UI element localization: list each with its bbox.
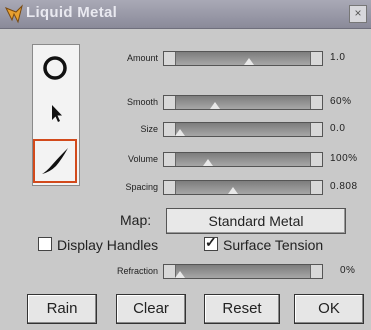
rain-button[interactable]: Rain	[27, 294, 97, 324]
ok-button[interactable]: OK	[294, 294, 364, 324]
amount-increment[interactable]	[310, 52, 322, 65]
close-button[interactable]: ×	[349, 5, 367, 23]
spacing-thumb[interactable]	[227, 187, 238, 194]
brush-stroke-icon	[42, 148, 68, 174]
refraction-increment[interactable]	[310, 265, 322, 278]
map-label: Map:	[120, 212, 152, 228]
clear-button[interactable]: Clear	[116, 294, 186, 324]
amount-decrement[interactable]	[164, 52, 176, 65]
surface-tension-option[interactable]: ✓ Surface Tension	[204, 234, 324, 253]
volume-value: 100%	[330, 153, 358, 164]
amount-slider[interactable]	[163, 51, 323, 66]
smooth-thumb[interactable]	[210, 102, 221, 109]
amount-value: 1.0	[330, 52, 346, 63]
size-thumb[interactable]	[175, 129, 185, 136]
refraction-slider[interactable]	[163, 264, 323, 279]
volume-increment[interactable]	[310, 153, 322, 166]
circle-icon	[43, 56, 67, 80]
arrow-pointer-icon	[52, 105, 62, 122]
refraction-thumb[interactable]	[175, 271, 185, 278]
spacing-label: Spacing	[125, 182, 158, 192]
checkmark-icon: ✓	[205, 234, 217, 250]
smooth-increment[interactable]	[310, 96, 322, 109]
window-title: Liquid Metal	[26, 4, 118, 21]
title-bar: Liquid Metal ×	[0, 0, 371, 29]
reset-button[interactable]: Reset	[204, 294, 280, 324]
amount-thumb[interactable]	[244, 58, 255, 65]
volume-decrement[interactable]	[164, 153, 176, 166]
spacing-decrement[interactable]	[164, 181, 176, 194]
size-slider[interactable]	[163, 122, 323, 137]
size-increment[interactable]	[310, 123, 322, 136]
brush-tool[interactable]	[33, 139, 77, 183]
arrow-tool[interactable]	[35, 93, 75, 133]
volume-label: Volume	[127, 154, 158, 164]
smooth-slider[interactable]	[163, 95, 323, 110]
volume-slider[interactable]	[163, 152, 323, 167]
refraction-label: Refraction	[116, 266, 158, 276]
surface-tension-checkbox[interactable]: ✓	[204, 234, 218, 251]
spacing-value: 0.808	[330, 181, 358, 192]
size-value: 0.0	[330, 123, 346, 134]
liquid-metal-app-icon	[4, 4, 23, 24]
circle-tool[interactable]	[35, 48, 75, 88]
display-handles-checkbox[interactable]	[38, 237, 52, 251]
volume-thumb[interactable]	[202, 159, 213, 166]
surface-tension-label: Surface Tension	[223, 237, 324, 253]
spacing-slider[interactable]	[163, 180, 323, 195]
smooth-label: Smooth	[126, 97, 158, 107]
smooth-value: 60%	[330, 96, 352, 107]
smooth-decrement[interactable]	[164, 96, 176, 109]
refraction-value: 0%	[340, 265, 356, 276]
display-handles-option[interactable]: Display Handles	[38, 237, 158, 253]
display-handles-label: Display Handles	[57, 237, 159, 253]
tool-panel	[32, 44, 80, 186]
size-label: Size	[140, 124, 158, 134]
spacing-increment[interactable]	[310, 181, 322, 194]
amount-label: Amount	[126, 53, 158, 63]
map-select-button[interactable]: Standard Metal	[166, 208, 346, 234]
